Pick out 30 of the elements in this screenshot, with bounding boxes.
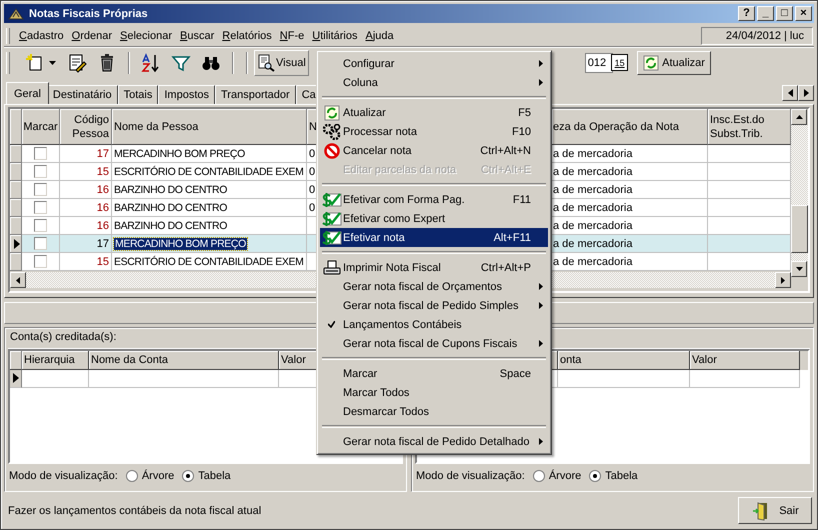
table-cell: a de mercadoria bbox=[553, 148, 632, 160]
table-cell: 0 bbox=[309, 184, 316, 196]
table-cell: a de mercadoria bbox=[553, 220, 632, 232]
table-cell: a de mercadoria bbox=[553, 238, 632, 250]
table-cell: 0 bbox=[309, 166, 316, 178]
table-cell: BARZINHO DO CENTRO bbox=[114, 202, 227, 214]
table-cell: 0 bbox=[309, 202, 316, 214]
table-cell: ESCRITÓRIO DE CONTABILIDADE EXEM bbox=[114, 256, 304, 268]
table-cell: ESCRITÓRIO DE CONTABILIDADE EXEM bbox=[114, 166, 304, 178]
status-message: Fazer os lançamentos contábeis da nota fiscal atual bbox=[8, 504, 262, 517]
table-cell: MERCADINHO BOM PREÇO bbox=[114, 238, 247, 250]
table-cell: 16 bbox=[96, 220, 109, 232]
table-cell: 17 bbox=[96, 148, 109, 160]
session-info: 24/04/2012 | luc bbox=[700, 26, 813, 45]
table-cell: BARZINHO DO CENTRO bbox=[114, 184, 227, 196]
table-cell: 15 bbox=[96, 166, 109, 178]
table-cell: 17 bbox=[96, 238, 109, 250]
table-cell: 16 bbox=[96, 202, 109, 214]
view-mode-label: Modo de visualização: bbox=[9, 470, 118, 482]
table-cell: 16 bbox=[96, 184, 109, 196]
table-cell: a de mercadoria bbox=[553, 256, 632, 268]
table-cell: a de mercadoria bbox=[553, 166, 632, 178]
table-cell: a de mercadoria bbox=[553, 184, 632, 196]
view-mode-label: Modo de visualização: bbox=[416, 470, 525, 482]
window-title: Notas Fiscais Próprias bbox=[29, 8, 148, 20]
table-cell: 15 bbox=[96, 256, 109, 268]
table-cell: BARZINHO DO CENTRO bbox=[114, 220, 227, 232]
table-cell: 0 bbox=[309, 148, 316, 160]
table-cell: a de mercadoria bbox=[553, 202, 632, 214]
table-cell: MERCADINHO BOM PREÇO bbox=[114, 148, 245, 160]
